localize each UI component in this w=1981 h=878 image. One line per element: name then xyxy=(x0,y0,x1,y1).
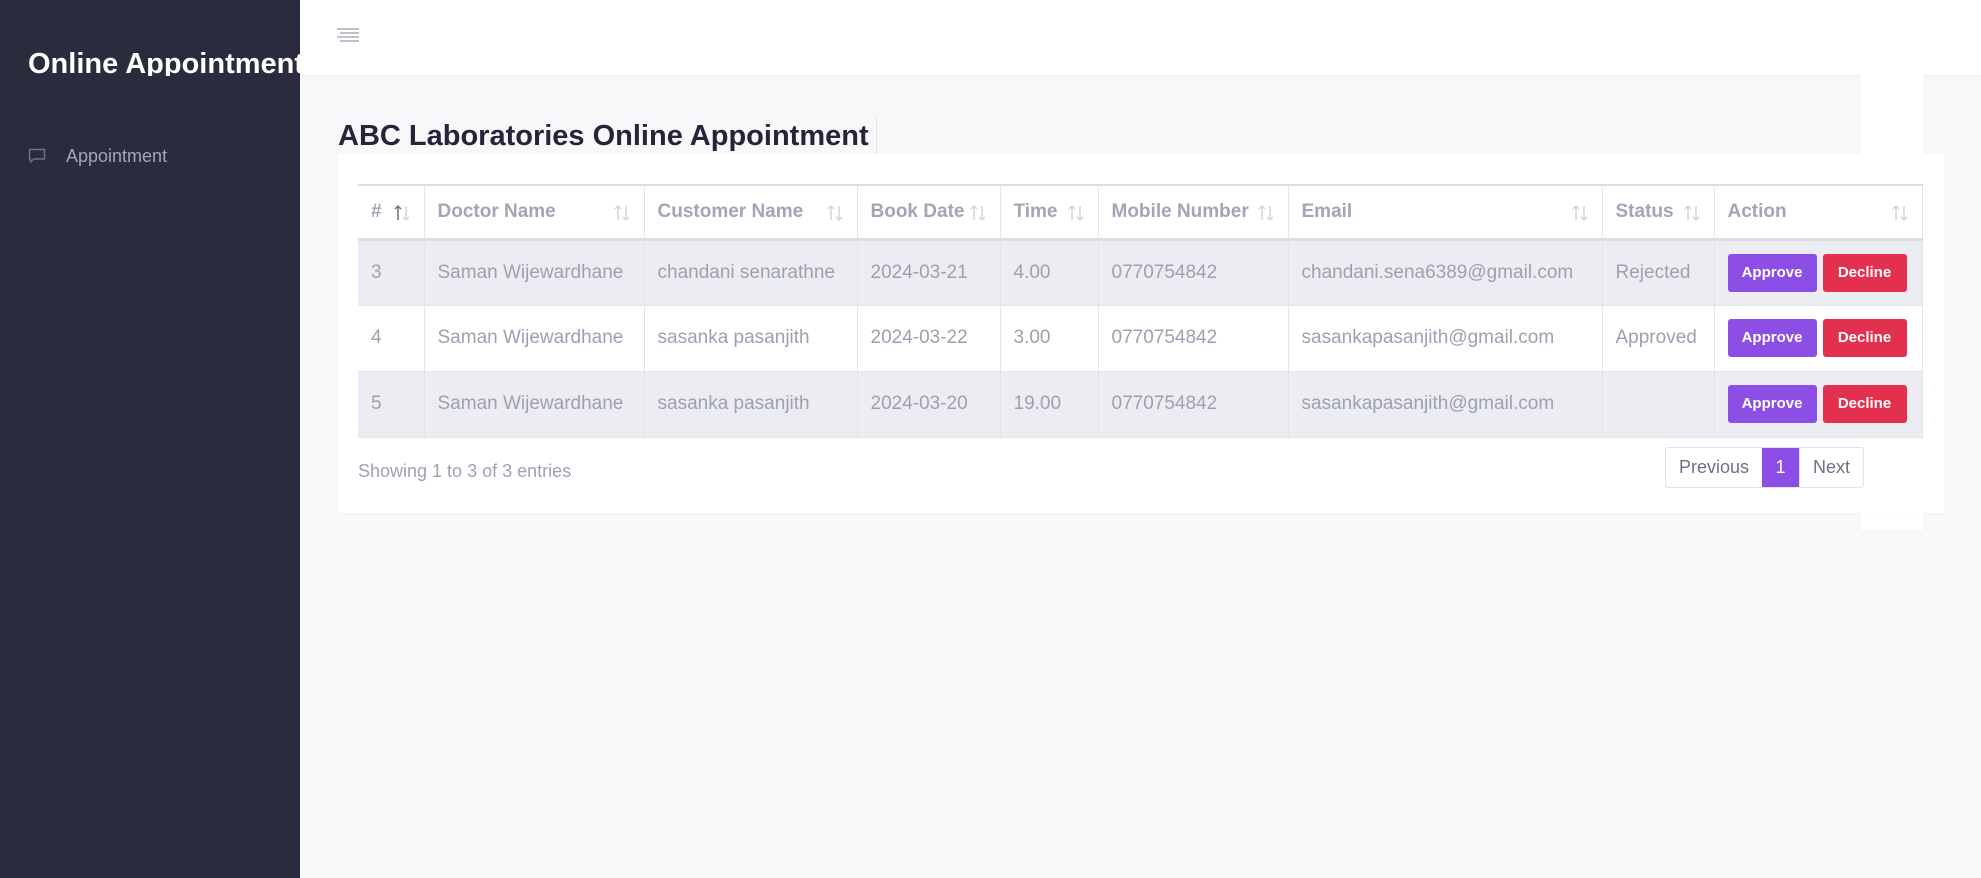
cell-action: Approve Decline xyxy=(1713,370,1923,438)
cell-doctor-name: Saman Wijewardhane xyxy=(423,304,645,372)
menu-lines-icon[interactable] xyxy=(336,26,360,46)
column-header-customer-name[interactable]: Customer Name xyxy=(643,184,858,241)
cell-id: 4 xyxy=(358,304,425,372)
sort-icon xyxy=(968,203,988,223)
column-header-label: Customer Name xyxy=(657,200,804,222)
sort-icon xyxy=(1682,203,1702,223)
cell-status: Approved xyxy=(1601,304,1715,372)
sort-icon xyxy=(1890,203,1910,223)
column-header-label: Book Date xyxy=(870,200,965,222)
next-page-button[interactable]: Next xyxy=(1799,448,1863,487)
cell-doctor-name: Saman Wijewardhane xyxy=(423,238,645,306)
approve-button[interactable]: Approve xyxy=(1727,253,1817,292)
cell-customer-name: sasanka pasanjith xyxy=(643,304,858,372)
column-header-status[interactable]: Status xyxy=(1601,184,1715,241)
cell-mobile-number: 0770754842 xyxy=(1097,304,1289,372)
table-row: 4 Saman Wijewardhane sasanka pasanjith 2… xyxy=(358,304,1923,372)
title-divider xyxy=(876,118,877,156)
cell-status xyxy=(1601,370,1715,438)
sort-asc-icon xyxy=(392,203,412,223)
column-header-mobile-number[interactable]: Mobile Number xyxy=(1097,184,1289,241)
cell-doctor-name: Saman Wijewardhane xyxy=(423,370,645,438)
brand-title: Online Appointment xyxy=(28,48,300,76)
decline-button[interactable]: Decline xyxy=(1822,385,1907,423)
cell-time: 4.00 xyxy=(999,238,1099,306)
cell-status: Rejected xyxy=(1601,238,1715,306)
column-header-label: Time xyxy=(1013,200,1058,222)
previous-page-button[interactable]: Previous xyxy=(1666,448,1762,487)
column-header-label: # xyxy=(371,200,382,222)
column-header-action[interactable]: Action xyxy=(1713,184,1923,241)
cell-book-date: 2024-03-22 xyxy=(856,304,1001,372)
cell-time: 19.00 xyxy=(999,370,1099,438)
approve-button[interactable]: Approve xyxy=(1727,319,1817,357)
top-bar xyxy=(300,0,1981,75)
column-header-label: Doctor Name xyxy=(437,200,556,222)
sort-icon xyxy=(1256,203,1276,223)
sidebar-item-appointment[interactable]: Appointment xyxy=(28,142,167,170)
column-header-label: Email xyxy=(1301,200,1353,222)
appointments-table: # Doctor Name Customer Name Book Date Ti… xyxy=(358,184,1923,438)
cell-action: Approve Decline xyxy=(1713,304,1923,372)
cell-time: 3.00 xyxy=(999,304,1099,372)
cell-email: sasankapasanjith@gmail.com xyxy=(1287,304,1603,372)
page-1-button[interactable]: 1 xyxy=(1762,448,1800,487)
column-header-email[interactable]: Email xyxy=(1287,184,1603,241)
cell-customer-name: sasanka pasanjith xyxy=(643,370,858,438)
table-row: 3 Saman Wijewardhane chandani senarathne… xyxy=(358,238,1923,306)
column-header-book-date[interactable]: Book Date xyxy=(856,184,1001,241)
sort-icon xyxy=(1066,203,1086,223)
cell-id: 3 xyxy=(358,238,425,306)
column-header-label: Status xyxy=(1615,200,1674,222)
column-header-time[interactable]: Time xyxy=(999,184,1099,241)
cell-book-date: 2024-03-20 xyxy=(856,370,1001,438)
cell-id: 5 xyxy=(358,370,425,438)
column-header-label: Mobile Number xyxy=(1111,200,1249,222)
pagination: Previous 1 Next xyxy=(1665,447,1865,488)
cell-email: chandani.sena6389@gmail.com xyxy=(1287,238,1603,306)
cell-mobile-number: 0770754842 xyxy=(1097,370,1289,438)
sidebar-item-label: Appointment xyxy=(66,145,168,166)
sidebar: Online Appointment Appointment xyxy=(0,0,300,878)
table-header-row: # Doctor Name Customer Name Book Date Ti… xyxy=(358,184,1923,241)
message-square-icon xyxy=(28,148,46,164)
cell-book-date: 2024-03-21 xyxy=(856,238,1001,306)
sort-icon xyxy=(1570,203,1590,223)
approve-button[interactable]: Approve xyxy=(1727,385,1817,423)
column-header-doctor-name[interactable]: Doctor Name xyxy=(423,184,645,241)
decline-button[interactable]: Decline xyxy=(1822,319,1907,357)
cell-customer-name: chandani senarathne xyxy=(643,238,858,306)
cell-mobile-number: 0770754842 xyxy=(1097,238,1289,306)
decline-button[interactable]: Decline xyxy=(1822,253,1907,292)
table-info: Showing 1 to 3 of 3 entries xyxy=(358,461,572,481)
page-title: ABC Laboratories Online Appointment xyxy=(338,120,869,152)
column-header-label: Action xyxy=(1727,200,1787,222)
cell-action: Approve Decline xyxy=(1713,238,1923,306)
sort-icon xyxy=(825,203,845,223)
table-row: 5 Saman Wijewardhane sasanka pasanjith 2… xyxy=(358,370,1923,438)
cell-email: sasankapasanjith@gmail.com xyxy=(1287,370,1603,438)
column-header-id[interactable]: # xyxy=(358,184,425,241)
sort-icon xyxy=(612,203,632,223)
